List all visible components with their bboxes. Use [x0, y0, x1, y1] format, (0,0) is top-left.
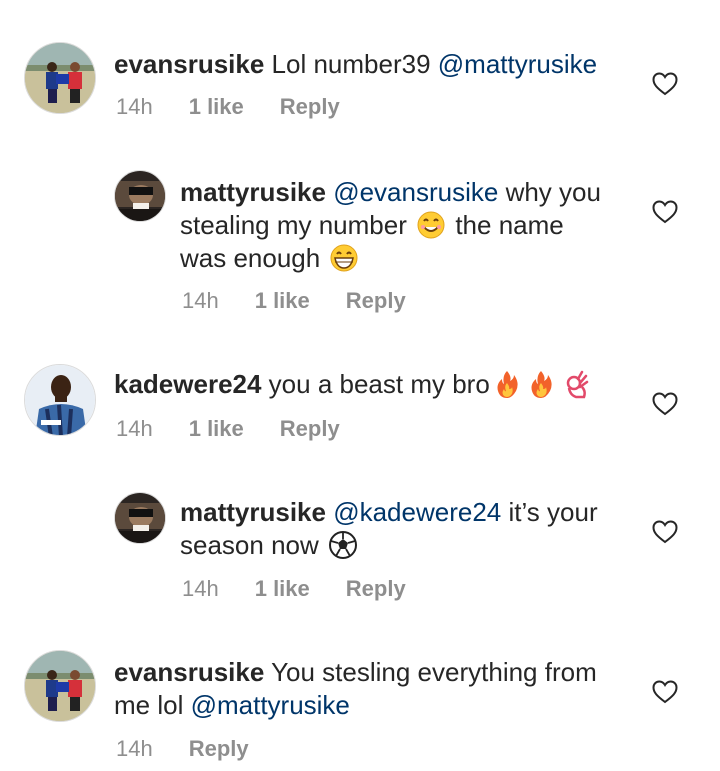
heart-outline-icon[interactable]	[652, 392, 678, 416]
comment-meta: 14h 1 like Reply	[182, 288, 442, 314]
comment-item: kadewere24 you a beast my bro 14h 1 like R…	[0, 340, 720, 480]
comment-time: 14h	[116, 736, 153, 761]
ok-hand-icon	[560, 369, 590, 399]
comment-body: why you	[498, 177, 601, 207]
fire-icon	[492, 369, 522, 399]
heart-outline-icon[interactable]	[652, 520, 678, 544]
comment-body: the name	[448, 210, 564, 240]
reply-button[interactable]: Reply	[189, 736, 249, 761]
heart-outline-icon[interactable]	[652, 680, 678, 704]
comment-item: evansrusike Lol number39 @mattyrusike 14…	[0, 0, 720, 150]
heart-outline-icon[interactable]	[652, 200, 678, 224]
mention-link[interactable]: @evansrusike	[333, 177, 498, 207]
comment-meta: 14h 1 like Reply	[182, 576, 442, 602]
comment-body: it’s your	[501, 497, 598, 527]
reply-comment-item: mattyrusike @evansrusike why you stealin…	[0, 160, 720, 330]
reply-comment-item: mattyrusike @kadewere24 it’s your season…	[0, 480, 720, 620]
fire-icon	[526, 369, 556, 399]
likes-count[interactable]: 1 like	[255, 288, 310, 313]
comment-text: kadewere24 you a beast my bro	[114, 368, 634, 401]
comment-body: was enough	[180, 243, 328, 273]
comment-meta: 14h 1 like Reply	[116, 416, 376, 442]
avatar[interactable]	[24, 650, 96, 722]
comment-text: evansrusike You stesling everything from…	[114, 656, 644, 722]
reply-button[interactable]: Reply	[280, 416, 340, 441]
reply-button[interactable]: Reply	[346, 288, 406, 313]
smiling-face-icon	[416, 210, 446, 240]
comment-username[interactable]: evansrusike	[114, 657, 264, 687]
avatar[interactable]	[114, 492, 166, 544]
mention-link[interactable]: @kadewere24	[333, 497, 501, 527]
comment-time: 14h	[116, 416, 153, 441]
likes-count[interactable]: 1 like	[189, 94, 244, 119]
comment-text: mattyrusike @kadewere24 it’s your season…	[180, 496, 640, 562]
comment-body: You stesling everything from	[264, 657, 597, 687]
reply-button[interactable]: Reply	[280, 94, 340, 119]
comment-body: Lol number39	[264, 49, 438, 79]
comment-time: 14h	[182, 288, 219, 313]
mention-link[interactable]: @mattyrusike	[438, 49, 597, 79]
comment-text: mattyrusike @evansrusike why you stealin…	[180, 176, 640, 275]
soccer-ball-icon	[328, 530, 358, 560]
comment-body: stealing my number	[180, 210, 415, 240]
comment-meta: 14h 1 like Reply	[116, 94, 376, 120]
comment-time: 14h	[182, 576, 219, 601]
avatar[interactable]	[24, 42, 96, 114]
comment-username[interactable]: mattyrusike	[180, 177, 326, 207]
comment-body: you a beast my bro	[261, 369, 490, 399]
comment-username[interactable]: evansrusike	[114, 49, 264, 79]
avatar[interactable]	[114, 170, 166, 222]
comment-username[interactable]: mattyrusike	[180, 497, 326, 527]
mention-link[interactable]: @mattyrusike	[191, 690, 350, 720]
comment-item: evansrusike You stesling everything from…	[0, 640, 720, 771]
comment-text: evansrusike Lol number39 @mattyrusike	[114, 48, 634, 81]
comment-username[interactable]: kadewere24	[114, 369, 261, 399]
comment-body: season now	[180, 530, 326, 560]
grinning-face-icon	[329, 243, 359, 273]
comment-meta: 14h Reply	[116, 736, 285, 762]
avatar[interactable]	[24, 364, 96, 436]
comment-time: 14h	[116, 94, 153, 119]
comment-body: me lol	[114, 690, 191, 720]
reply-button[interactable]: Reply	[346, 576, 406, 601]
likes-count[interactable]: 1 like	[189, 416, 244, 441]
likes-count[interactable]: 1 like	[255, 576, 310, 601]
heart-outline-icon[interactable]	[652, 72, 678, 96]
